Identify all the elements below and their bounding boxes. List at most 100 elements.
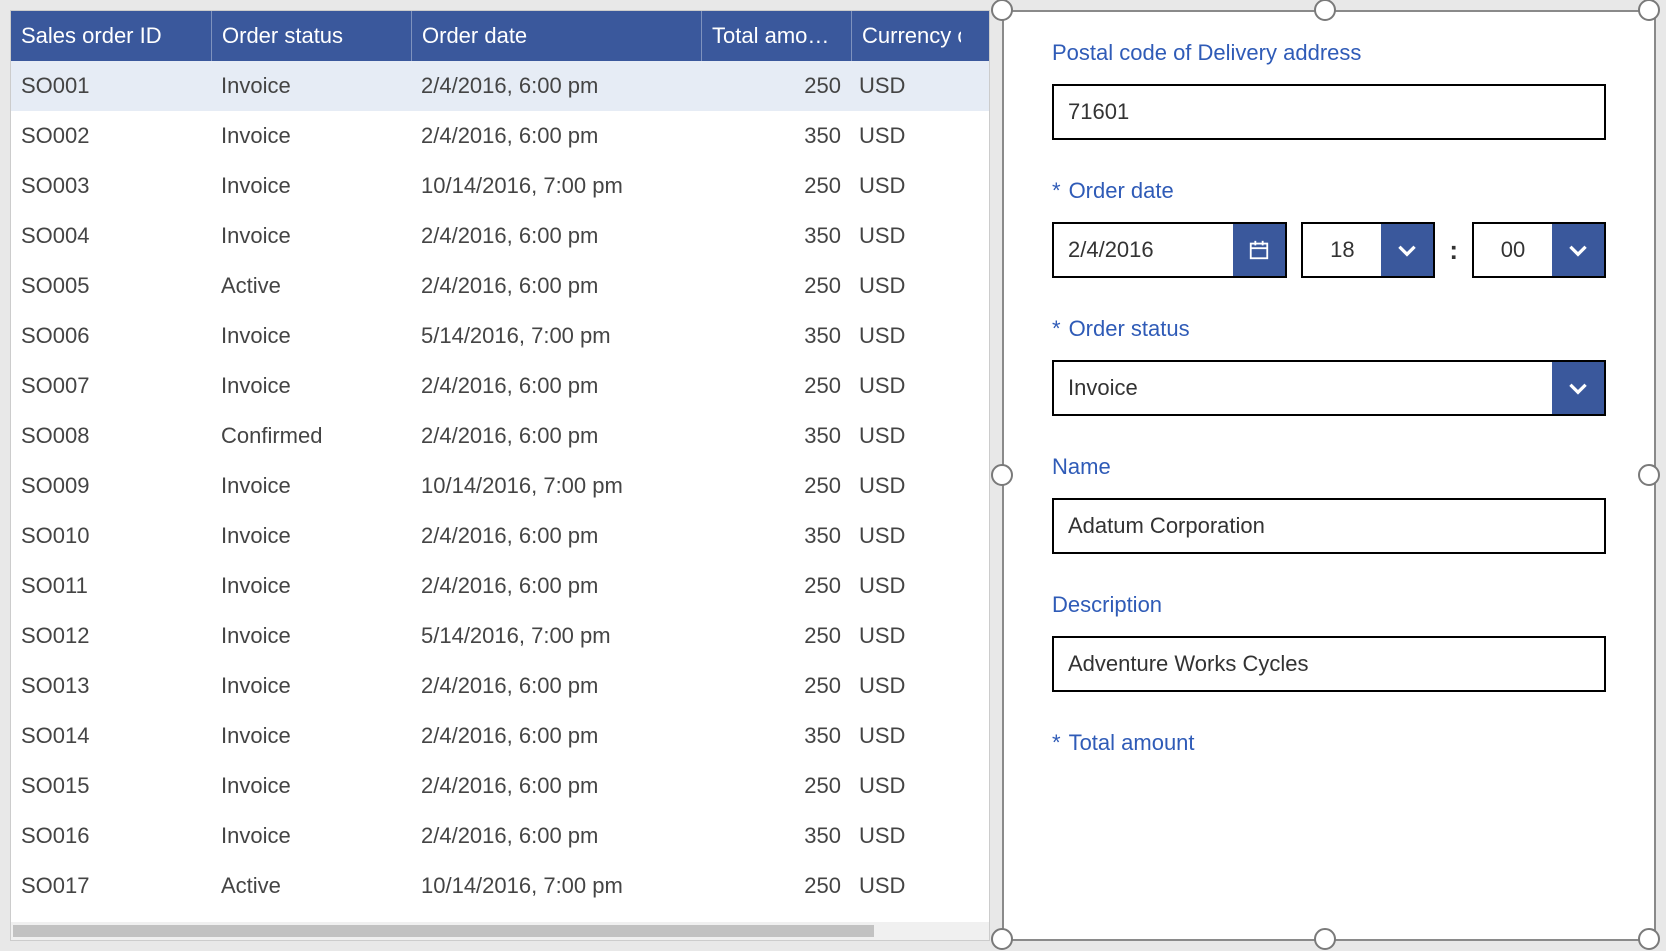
- cell-id: SO011: [11, 573, 211, 599]
- postal-code-input[interactable]: 71601: [1052, 84, 1606, 140]
- cell-amount: 350: [701, 123, 851, 149]
- cell-date: 5/14/2016, 7:00 pm: [411, 623, 701, 649]
- cell-id: SO002: [11, 123, 211, 149]
- cell-date: 2/4/2016, 6:00 pm: [411, 773, 701, 799]
- table-row[interactable]: SO010Invoice2/4/2016, 6:00 pm350USD: [11, 511, 989, 561]
- name-label: Name: [1052, 454, 1606, 480]
- cell-status: Active: [211, 873, 411, 899]
- cell-id: SO015: [11, 773, 211, 799]
- column-header-status[interactable]: Order status: [211, 11, 411, 61]
- cell-status: Invoice: [211, 723, 411, 749]
- resize-handle[interactable]: [1638, 464, 1660, 486]
- chevron-down-icon: [1552, 224, 1604, 276]
- cell-id: SO017: [11, 873, 211, 899]
- cell-status: Invoice: [211, 323, 411, 349]
- horizontal-scrollbar[interactable]: [11, 922, 989, 940]
- sales-order-grid: Sales order ID Order status Order date T…: [10, 10, 990, 941]
- cell-currency: USD: [851, 223, 961, 249]
- cell-id: SO008: [11, 423, 211, 449]
- calendar-icon[interactable]: [1233, 224, 1285, 276]
- resize-handle[interactable]: [991, 0, 1013, 21]
- cell-currency: USD: [851, 623, 961, 649]
- cell-status: Invoice: [211, 823, 411, 849]
- table-row[interactable]: SO015Invoice2/4/2016, 6:00 pm250USD: [11, 761, 989, 811]
- cell-date: 2/4/2016, 6:00 pm: [411, 823, 701, 849]
- name-input[interactable]: Adatum Corporation: [1052, 498, 1606, 554]
- cell-id: SO006: [11, 323, 211, 349]
- table-row[interactable]: SO001Invoice2/4/2016, 6:00 pm250USD: [11, 61, 989, 111]
- total-amount-label: * Total amount: [1052, 730, 1606, 756]
- cell-amount: 350: [701, 423, 851, 449]
- minute-select[interactable]: 00: [1472, 222, 1606, 278]
- cell-currency: USD: [851, 173, 961, 199]
- table-row[interactable]: SO007Invoice2/4/2016, 6:00 pm250USD: [11, 361, 989, 411]
- cell-currency: USD: [851, 573, 961, 599]
- cell-status: Invoice: [211, 473, 411, 499]
- resize-handle[interactable]: [1314, 928, 1336, 950]
- cell-amount: 250: [701, 373, 851, 399]
- cell-currency: USD: [851, 73, 961, 99]
- table-row[interactable]: SO012Invoice5/14/2016, 7:00 pm250USD: [11, 611, 989, 661]
- cell-status: Invoice: [211, 73, 411, 99]
- table-row[interactable]: SO017Active10/14/2016, 7:00 pm250USD: [11, 861, 989, 911]
- column-header-currency[interactable]: Currency of T: [851, 11, 961, 61]
- cell-date: 2/4/2016, 6:00 pm: [411, 673, 701, 699]
- cell-id: SO009: [11, 473, 211, 499]
- table-row[interactable]: SO016Invoice2/4/2016, 6:00 pm350USD: [11, 811, 989, 861]
- resize-handle[interactable]: [1638, 928, 1660, 950]
- resize-handle[interactable]: [1638, 0, 1660, 21]
- cell-amount: 350: [701, 223, 851, 249]
- postal-code-label: Postal code of Delivery address: [1052, 40, 1606, 66]
- grid-header: Sales order ID Order status Order date T…: [11, 11, 989, 61]
- resize-handle[interactable]: [991, 928, 1013, 950]
- resize-handle[interactable]: [991, 464, 1013, 486]
- cell-currency: USD: [851, 473, 961, 499]
- chevron-down-icon: [1381, 224, 1433, 276]
- cell-date: 2/4/2016, 6:00 pm: [411, 373, 701, 399]
- table-row[interactable]: SO005Active2/4/2016, 6:00 pm250USD: [11, 261, 989, 311]
- table-row[interactable]: SO006Invoice5/14/2016, 7:00 pm350USD: [11, 311, 989, 361]
- cell-date: 2/4/2016, 6:00 pm: [411, 223, 701, 249]
- table-row[interactable]: SO003Invoice10/14/2016, 7:00 pm250USD: [11, 161, 989, 211]
- cell-status: Invoice: [211, 373, 411, 399]
- table-row[interactable]: SO013Invoice2/4/2016, 6:00 pm250USD: [11, 661, 989, 711]
- table-row[interactable]: SO014Invoice2/4/2016, 6:00 pm350USD: [11, 711, 989, 761]
- cell-amount: 250: [701, 273, 851, 299]
- cell-id: SO003: [11, 173, 211, 199]
- table-row[interactable]: SO008Confirmed2/4/2016, 6:00 pm350USD: [11, 411, 989, 461]
- table-row[interactable]: SO002Invoice2/4/2016, 6:00 pm350USD: [11, 111, 989, 161]
- cell-id: SO012: [11, 623, 211, 649]
- cell-date: 2/4/2016, 6:00 pm: [411, 573, 701, 599]
- description-input[interactable]: Adventure Works Cycles: [1052, 636, 1606, 692]
- table-row[interactable]: SO011Invoice2/4/2016, 6:00 pm250USD: [11, 561, 989, 611]
- cell-status: Invoice: [211, 673, 411, 699]
- cell-id: SO013: [11, 673, 211, 699]
- cell-status: Invoice: [211, 623, 411, 649]
- order-date-input[interactable]: 2/4/2016: [1052, 222, 1287, 278]
- grid-body[interactable]: SO001Invoice2/4/2016, 6:00 pm250USDSO002…: [11, 61, 989, 922]
- table-row[interactable]: SO009Invoice10/14/2016, 7:00 pm250USD: [11, 461, 989, 511]
- cell-id: SO004: [11, 223, 211, 249]
- cell-date: 2/4/2016, 6:00 pm: [411, 273, 701, 299]
- cell-amount: 350: [701, 723, 851, 749]
- resize-handle[interactable]: [1314, 0, 1336, 21]
- cell-currency: USD: [851, 323, 961, 349]
- time-colon: :: [1449, 235, 1458, 266]
- cell-currency: USD: [851, 673, 961, 699]
- description-label: Description: [1052, 592, 1606, 618]
- order-status-select[interactable]: Invoice: [1052, 360, 1606, 416]
- hour-select[interactable]: 18: [1301, 222, 1435, 278]
- cell-id: SO005: [11, 273, 211, 299]
- column-header-date[interactable]: Order date: [411, 11, 701, 61]
- cell-date: 10/14/2016, 7:00 pm: [411, 473, 701, 499]
- cell-amount: 250: [701, 573, 851, 599]
- column-header-amount[interactable]: Total amo…: [701, 11, 851, 61]
- cell-currency: USD: [851, 123, 961, 149]
- cell-id: SO014: [11, 723, 211, 749]
- cell-amount: 250: [701, 73, 851, 99]
- cell-status: Invoice: [211, 773, 411, 799]
- column-header-id[interactable]: Sales order ID: [11, 11, 211, 61]
- cell-amount: 250: [701, 673, 851, 699]
- cell-currency: USD: [851, 773, 961, 799]
- table-row[interactable]: SO004Invoice2/4/2016, 6:00 pm350USD: [11, 211, 989, 261]
